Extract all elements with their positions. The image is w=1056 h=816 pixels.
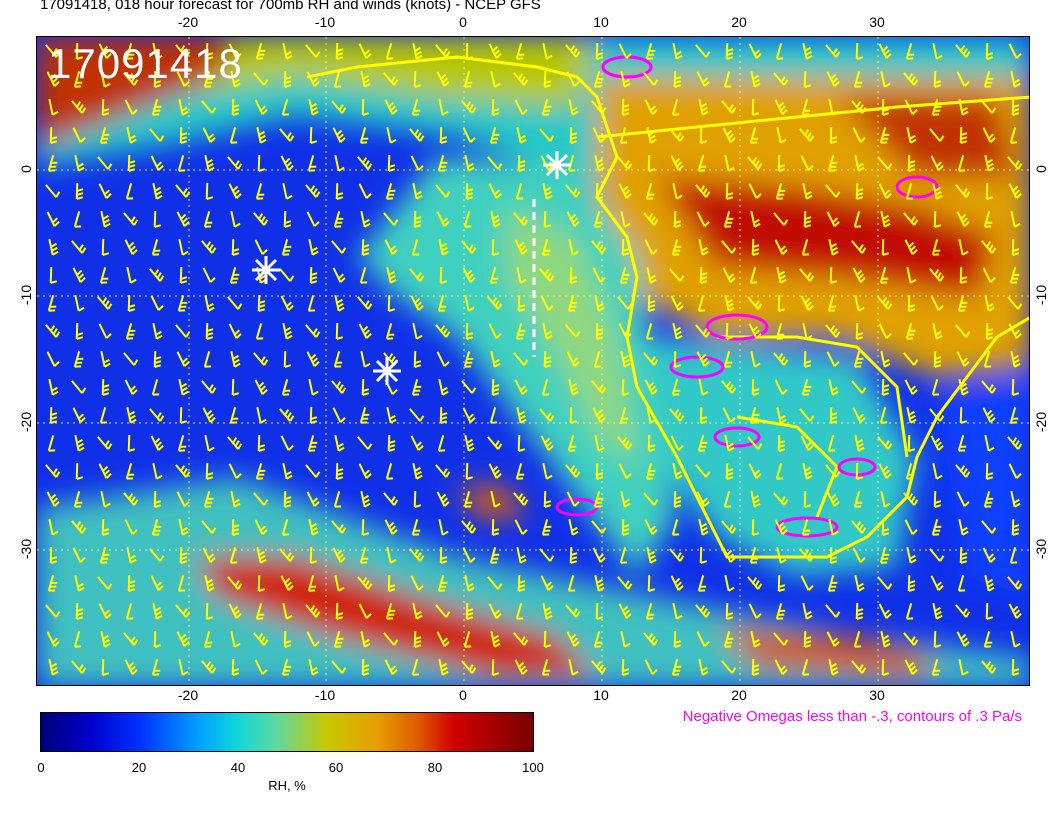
bottom-tick-minus10: -10 [314,687,336,703]
asterisk-marker [373,357,401,385]
colorbar-tick-0: 0 [37,760,45,775]
colorbar-label: RH, % [268,778,306,793]
map-canvas [37,37,1029,685]
right-tick-minus30: -30 [1033,538,1049,560]
bottom-tick-20: 20 [731,687,747,703]
left-tick-minus30: -30 [18,538,34,560]
right-tick-minus10: -10 [1033,284,1049,306]
top-tick-0: 0 [459,14,467,30]
rh-colorbar [40,712,534,752]
colorbar-tick-40: 40 [230,760,246,775]
colorbar-tick-100: 100 [522,760,544,775]
top-tick-minus10: -10 [314,14,336,30]
left-tick-0: 0 [18,165,34,173]
right-tick-minus20: -20 [1033,411,1049,433]
top-tick-20: 20 [731,14,747,30]
top-tick-10: 10 [593,14,609,30]
rh-wind-map [36,36,1030,686]
left-tick-minus10: -10 [18,284,34,306]
asterisk-marker [252,256,280,284]
top-tick-minus20: -20 [177,14,199,30]
asterisk-marker [543,151,571,179]
colorbar-tick-20: 20 [131,760,147,775]
map-title: 17091418, 018 hour forecast for 700mb RH… [40,0,541,13]
right-tick-0: 0 [1033,165,1049,173]
bottom-tick-0: 0 [459,687,467,703]
omega-legend-note: Negative Omegas less than -.3, contours … [682,708,1022,725]
bottom-tick-10: 10 [593,687,609,703]
bottom-tick-minus20: -20 [177,687,199,703]
bottom-tick-30: 30 [869,687,885,703]
top-tick-30: 30 [869,14,885,30]
colorbar-tick-80: 80 [427,760,443,775]
colorbar-tick-60: 60 [328,760,344,775]
left-tick-minus20: -20 [18,411,34,433]
date-stamp: 17091418 [48,40,243,87]
